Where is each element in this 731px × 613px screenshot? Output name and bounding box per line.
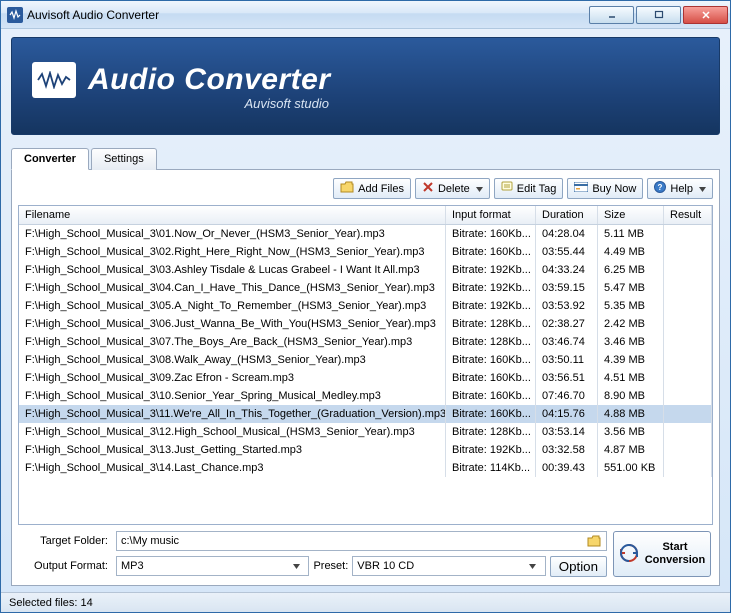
table-row[interactable]: F:\High_School_Musical_3\05.A_Night_To_R…	[19, 297, 712, 315]
col-size[interactable]: Size	[598, 206, 664, 224]
table-row[interactable]: F:\High_School_Musical_3\02.Right_Here_R…	[19, 243, 712, 261]
close-button[interactable]	[683, 6, 728, 24]
tag-icon	[501, 181, 513, 196]
panel: Add Files Delete Edit Tag Buy Now ? Help	[11, 170, 720, 586]
bottom-controls: Target Folder: c:\My music StartConversi…	[18, 525, 713, 579]
statusbar: Selected files: 14	[1, 592, 730, 612]
table-row[interactable]: F:\High_School_Musical_3\14.Last_Chance.…	[19, 459, 712, 477]
convert-icon	[619, 543, 639, 566]
table-row[interactable]: F:\High_School_Musical_3\07.The_Boys_Are…	[19, 333, 712, 351]
chevron-down-icon	[288, 558, 304, 574]
table-row[interactable]: F:\High_School_Musical_3\01.Now_Or_Never…	[19, 225, 712, 243]
output-format-select[interactable]: MP3	[116, 556, 309, 576]
tabstrip: Converter Settings	[11, 147, 720, 170]
help-icon: ?	[654, 181, 666, 196]
delete-button[interactable]: Delete	[415, 178, 490, 199]
status-text: Selected files: 14	[9, 597, 93, 609]
banner-subtitle: Auvisoft studio	[32, 96, 699, 111]
maximize-button[interactable]	[636, 6, 681, 24]
target-folder-input[interactable]: c:\My music	[116, 531, 607, 551]
tab-settings[interactable]: Settings	[91, 148, 157, 170]
chevron-down-icon	[525, 558, 541, 574]
table-row[interactable]: F:\High_School_Musical_3\13.Just_Getting…	[19, 441, 712, 459]
app-window: Auvisoft Audio Converter Audio Converter…	[0, 0, 731, 613]
add-files-button[interactable]: Add Files	[333, 178, 411, 199]
help-button[interactable]: ? Help	[647, 178, 713, 199]
tab-converter[interactable]: Converter	[11, 148, 89, 170]
toolbar: Add Files Delete Edit Tag Buy Now ? Help	[18, 176, 713, 205]
table-row[interactable]: F:\High_School_Musical_3\10.Senior_Year_…	[19, 387, 712, 405]
output-format-label: Output Format:	[20, 560, 110, 572]
banner-title: Audio Converter	[88, 63, 331, 97]
col-format[interactable]: Input format	[446, 206, 536, 224]
banner: Audio Converter Auvisoft studio	[11, 37, 720, 135]
window-title: Auvisoft Audio Converter	[27, 8, 159, 22]
chevron-down-icon	[699, 183, 706, 195]
option-button[interactable]: Option	[550, 556, 607, 577]
buy-now-button[interactable]: Buy Now	[567, 178, 643, 199]
list-body: F:\High_School_Musical_3\01.Now_Or_Never…	[19, 225, 712, 524]
table-row[interactable]: F:\High_School_Musical_3\11.We're_All_In…	[19, 405, 712, 423]
app-icon	[7, 7, 23, 23]
card-icon	[574, 182, 588, 195]
table-row[interactable]: F:\High_School_Musical_3\06.Just_Wanna_B…	[19, 315, 712, 333]
preset-select[interactable]: VBR 10 CD	[352, 556, 545, 576]
delete-icon	[422, 181, 434, 196]
chevron-down-icon	[476, 183, 483, 195]
col-duration[interactable]: Duration	[536, 206, 598, 224]
edit-tag-button[interactable]: Edit Tag	[494, 178, 564, 199]
target-folder-label: Target Folder:	[20, 535, 110, 547]
browse-folder-icon[interactable]	[586, 533, 602, 549]
table-row[interactable]: F:\High_School_Musical_3\09.Zac Efron - …	[19, 369, 712, 387]
list-header: Filename Input format Duration Size Resu…	[19, 206, 712, 225]
svg-text:?: ?	[658, 183, 663, 192]
titlebar: Auvisoft Audio Converter	[1, 1, 730, 29]
file-list[interactable]: Filename Input format Duration Size Resu…	[18, 205, 713, 525]
table-row[interactable]: F:\High_School_Musical_3\04.Can_I_Have_T…	[19, 279, 712, 297]
col-filename[interactable]: Filename	[19, 206, 446, 224]
table-row[interactable]: F:\High_School_Musical_3\12.High_School_…	[19, 423, 712, 441]
table-row[interactable]: F:\High_School_Musical_3\03.Ashley Tisda…	[19, 261, 712, 279]
col-result[interactable]: Result	[664, 206, 712, 224]
preset-label: Preset:	[313, 560, 348, 572]
folder-open-icon	[340, 181, 354, 196]
start-conversion-button[interactable]: StartConversion	[613, 531, 711, 577]
banner-logo-icon	[32, 62, 76, 98]
table-row[interactable]: F:\High_School_Musical_3\08.Walk_Away_(H…	[19, 351, 712, 369]
minimize-button[interactable]	[589, 6, 634, 24]
